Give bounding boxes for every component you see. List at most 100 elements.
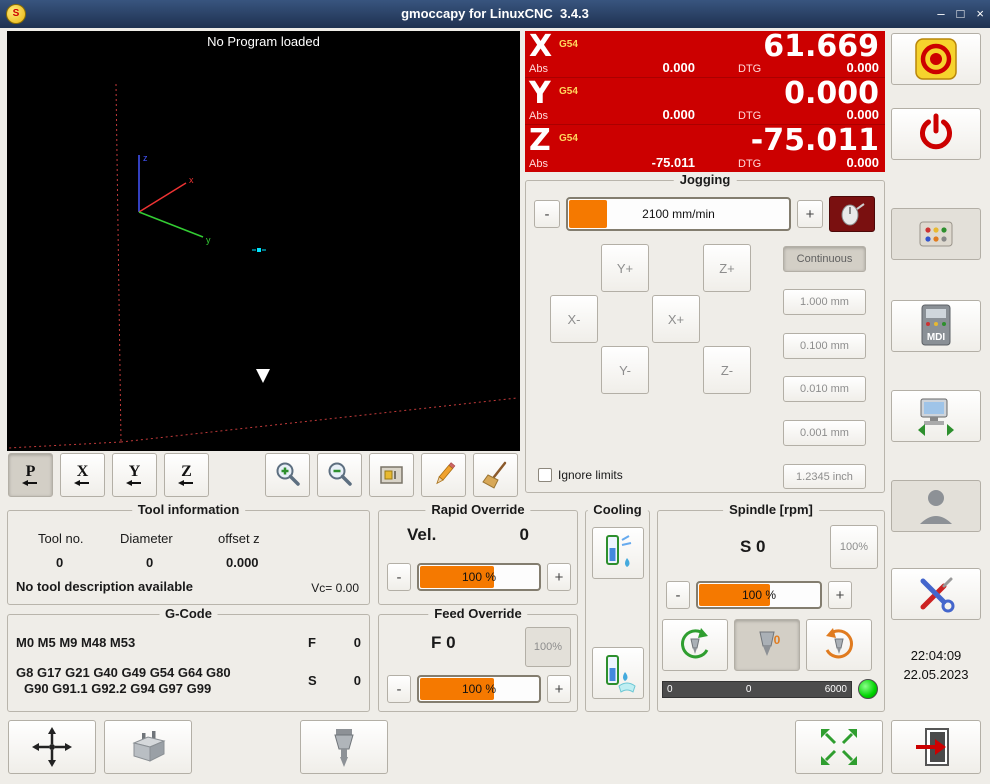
velocity-label: Vel.: [407, 525, 436, 545]
rapid-override-slider[interactable]: 100 %: [417, 563, 541, 591]
edit-program-button[interactable]: [421, 453, 466, 497]
jog-speed-minus-button[interactable]: -: [534, 200, 560, 228]
minimize-button[interactable]: –: [937, 0, 944, 28]
view-x-button[interactable]: X: [60, 453, 105, 497]
vc-value: Vc= 0.00: [311, 581, 359, 595]
dro-z-dtg-label: DTG: [738, 158, 761, 170]
spindle-ccw-button[interactable]: [662, 619, 728, 671]
rapid-override-title: Rapid Override: [425, 502, 530, 517]
jog-y-plus-button[interactable]: Y+: [601, 244, 649, 292]
increment-001mm-button[interactable]: 0.010 mm: [783, 376, 866, 402]
view-z-button[interactable]: Z: [164, 453, 209, 497]
user-icon: [914, 484, 958, 528]
ref-axes-button[interactable]: [8, 720, 96, 774]
user-settings-button[interactable]: [891, 480, 981, 532]
rapid-plus-button[interactable]: +: [547, 563, 571, 591]
spindle-stop-button[interactable]: 0: [734, 619, 800, 671]
jog-x-minus-button[interactable]: X-: [550, 295, 598, 343]
dro-axis-x[interactable]: X G54 61.669 Abs 0.000 DTG 0.000: [525, 31, 885, 78]
dro-z-letter: Z: [529, 123, 551, 158]
view-y-icon: Y: [128, 464, 142, 486]
svg-text:MDI: MDI: [927, 332, 946, 343]
jog-speed-plus-button[interactable]: +: [797, 200, 823, 228]
gremlin-preview[interactable]: No Program loaded z x y: [7, 31, 520, 451]
tool-dimensions-button[interactable]: [369, 453, 414, 497]
gcode-title: G-Code: [159, 606, 218, 621]
spindle-speed-label: S 0: [740, 537, 766, 557]
jog-z-minus-button[interactable]: Z-: [703, 346, 751, 394]
jog-y-minus-button[interactable]: Y-: [601, 346, 649, 394]
feed-override-title: Feed Override: [428, 606, 527, 621]
spindle-minus-button[interactable]: -: [666, 581, 690, 609]
zoom-out-button[interactable]: [317, 453, 362, 497]
dro-y-value: 0.000: [784, 76, 879, 111]
clear-plot-button[interactable]: [473, 453, 518, 497]
titlebar: S gmoccapy for LinuxCNC 3.4.3 – □ ×: [0, 0, 990, 28]
flood-coolant-button[interactable]: [592, 647, 644, 699]
spindle-cw-icon: [818, 624, 860, 666]
active-m-codes: M0 M5 M9 M48 M53: [16, 635, 135, 650]
increment-1mm-button[interactable]: 1.000 mm: [783, 289, 866, 315]
close-button[interactable]: ×: [976, 0, 984, 28]
maximize-button[interactable]: □: [957, 0, 965, 28]
settings-tools-button[interactable]: [891, 568, 981, 620]
ignore-limits-label: Ignore limits: [558, 468, 623, 482]
svg-text:y: y: [206, 235, 211, 245]
feed-minus-button[interactable]: -: [387, 675, 411, 703]
handwheel-button[interactable]: [829, 196, 875, 232]
estop-icon: [914, 37, 958, 81]
clock-date: 22.05.2023: [886, 665, 986, 684]
dro-y-abs-value: 0.000: [585, 107, 695, 122]
feed-override-slider[interactable]: 100 %: [417, 675, 541, 703]
machine-on-button[interactable]: [891, 108, 981, 160]
tool-change-button[interactable]: [300, 720, 388, 774]
perspective-icon: P: [24, 464, 38, 486]
cooling-frame: Cooling: [585, 510, 650, 712]
feed-plus-button[interactable]: +: [547, 675, 571, 703]
setup-mode-button[interactable]: [891, 390, 981, 442]
dro-x-dtg-value: 0.000: [846, 60, 879, 75]
window-title: gmoccapy for LinuxCNC 3.4.3: [0, 0, 990, 28]
increment-0001mm-button[interactable]: 0.001 mm: [783, 420, 866, 446]
feed-override-frame: Feed Override F 0 100% - 100 % +: [378, 614, 578, 712]
increment-continuous-button[interactable]: Continuous: [783, 246, 866, 272]
active-g-codes-line2: G90 G91.1 G92.2 G94 G97 G99: [24, 681, 211, 696]
spindle-bar-current: 0: [746, 684, 752, 695]
spindle-cw-button[interactable]: [806, 619, 872, 671]
view-perspective-button[interactable]: P: [8, 453, 53, 497]
no-program-message: No Program loaded: [7, 34, 520, 49]
rapid-minus-button[interactable]: -: [387, 563, 411, 591]
estop-button[interactable]: [891, 33, 981, 85]
diameter-header: Diameter: [120, 531, 173, 546]
show-keyboard-button[interactable]: [891, 208, 981, 260]
jog-z-plus-button[interactable]: Z+: [703, 244, 751, 292]
zoom-in-icon: [273, 460, 303, 490]
s-code-label: S: [308, 673, 317, 688]
dro-y-letter: Y: [529, 76, 551, 111]
view-y-button[interactable]: Y: [112, 453, 157, 497]
feed-reset-button[interactable]: 100%: [525, 627, 571, 667]
preview-scene: z x y: [7, 31, 520, 451]
inch-toggle-button[interactable]: 1.2345 inch: [783, 464, 866, 489]
f-code-label: F: [308, 635, 316, 650]
spindle-plus-button[interactable]: +: [828, 581, 852, 609]
clock-time: 22:04:09: [886, 646, 986, 665]
dro-axis-y[interactable]: Y G54 0.000 Abs 0.000 DTG 0.000: [525, 78, 885, 125]
touch-off-button[interactable]: [104, 720, 192, 774]
mdi-mode-button[interactable]: MDI: [891, 300, 981, 352]
mist-coolant-button[interactable]: [592, 527, 644, 579]
svg-text:z: z: [143, 153, 148, 163]
spindle-override-slider[interactable]: 100 %: [696, 581, 822, 609]
jog-speed-slider[interactable]: 2100 mm/min: [566, 197, 791, 231]
jog-x-plus-button[interactable]: X+: [652, 295, 700, 343]
increment-01mm-button[interactable]: 0.100 mm: [783, 333, 866, 359]
dro-z-system: G54: [559, 133, 578, 144]
offset-z-value: 0.000: [226, 555, 259, 570]
spindle-reset-button[interactable]: 100%: [830, 525, 878, 569]
dro-axis-z[interactable]: Z G54 -75.011 Abs -75.011 DTG 0.000: [525, 125, 885, 172]
ignore-limits-checkbox[interactable]: [538, 468, 552, 482]
fullscreen-button[interactable]: [795, 720, 883, 774]
offset-z-header: offset z: [218, 531, 260, 546]
exit-button[interactable]: [891, 720, 981, 774]
zoom-in-button[interactable]: [265, 453, 310, 497]
